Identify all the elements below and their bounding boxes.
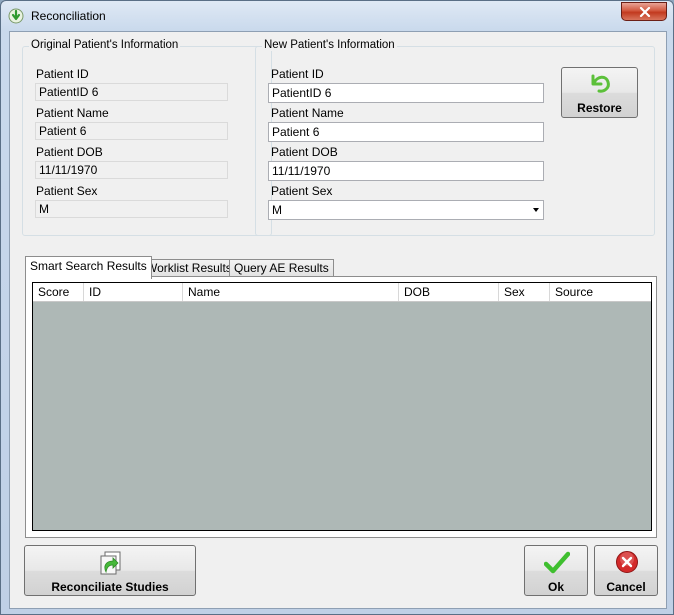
new-patient-name-label: Patient Name xyxy=(271,106,344,120)
close-icon xyxy=(639,7,651,17)
close-button[interactable] xyxy=(621,2,667,21)
original-patient-dob-label: Patient DOB xyxy=(36,145,103,159)
original-patient-sex-field: M xyxy=(35,200,228,218)
column-header-score[interactable]: Score xyxy=(33,283,84,301)
original-patient-sex-label: Patient Sex xyxy=(36,184,98,198)
column-header-dob[interactable]: DOB xyxy=(399,283,499,301)
reconcile-arrow-icon xyxy=(8,8,24,24)
new-patient-name-input[interactable]: Patient 6 xyxy=(268,122,544,142)
new-patient-id-input[interactable]: PatientID 6 xyxy=(268,83,544,103)
dialog-body: Original Patient's Information Patient I… xyxy=(9,31,667,609)
reconciliate-studies-button[interactable]: Reconciliate Studies xyxy=(24,545,196,596)
column-header-source[interactable]: Source xyxy=(550,283,651,301)
tab-worklist-results[interactable]: Worklist Results xyxy=(141,259,237,277)
title-bar[interactable]: Reconciliation xyxy=(1,1,673,31)
cancel-button[interactable]: Cancel xyxy=(594,545,658,596)
cancel-label: Cancel xyxy=(606,580,646,594)
restore-label: Restore xyxy=(577,101,622,115)
tab-smart-search-results[interactable]: Smart Search Results xyxy=(25,256,152,279)
new-patient-sex-select[interactable]: M xyxy=(268,200,544,220)
selected-sex-value: M xyxy=(272,203,282,217)
original-patient-name-field: Patient 6 xyxy=(35,122,228,140)
column-header-name[interactable]: Name xyxy=(183,283,399,301)
original-patient-dob-field: 11/11/1970 xyxy=(35,161,228,179)
restore-button[interactable]: Restore xyxy=(561,67,638,118)
grid-header: Score ID Name DOB Sex Source xyxy=(33,283,651,302)
chevron-down-icon[interactable] xyxy=(533,208,539,212)
reconciliation-window: Reconciliation Original Patient's Inform… xyxy=(0,0,674,615)
ok-button[interactable]: Ok xyxy=(524,545,588,596)
column-header-id[interactable]: ID xyxy=(84,283,183,301)
checkmark-icon xyxy=(544,551,570,574)
new-patient-sex-label: Patient Sex xyxy=(271,184,333,198)
results-grid[interactable]: Score ID Name DOB Sex Source xyxy=(32,282,652,531)
new-patient-id-label: Patient ID xyxy=(271,67,324,81)
window-title: Reconciliation xyxy=(31,9,106,23)
original-patient-id-label: Patient ID xyxy=(36,67,89,81)
undo-arrow-icon xyxy=(591,74,610,93)
new-patient-dob-label: Patient DOB xyxy=(271,145,338,159)
group-title: Original Patient's Information xyxy=(29,39,181,51)
group-title: New Patient's Information xyxy=(262,39,397,51)
ok-label: Ok xyxy=(547,580,564,594)
original-patient-group: Original Patient's Information Patient I… xyxy=(22,39,272,236)
tab-query-ae-results[interactable]: Query AE Results xyxy=(229,259,334,277)
new-patient-group: New Patient's Information Patient ID Pat… xyxy=(255,39,655,236)
reconciliate-studies-label: Reconciliate Studies xyxy=(51,580,169,594)
cancel-circle-icon xyxy=(616,551,638,573)
smart-search-results-panel: Score ID Name DOB Sex Source xyxy=(25,276,657,538)
column-header-sex[interactable]: Sex xyxy=(499,283,550,301)
original-patient-name-label: Patient Name xyxy=(36,106,109,120)
original-patient-id-field: PatientID 6 xyxy=(35,83,228,101)
reconcile-document-icon xyxy=(100,551,121,575)
new-patient-dob-input[interactable]: 11/11/1970 xyxy=(268,161,544,181)
